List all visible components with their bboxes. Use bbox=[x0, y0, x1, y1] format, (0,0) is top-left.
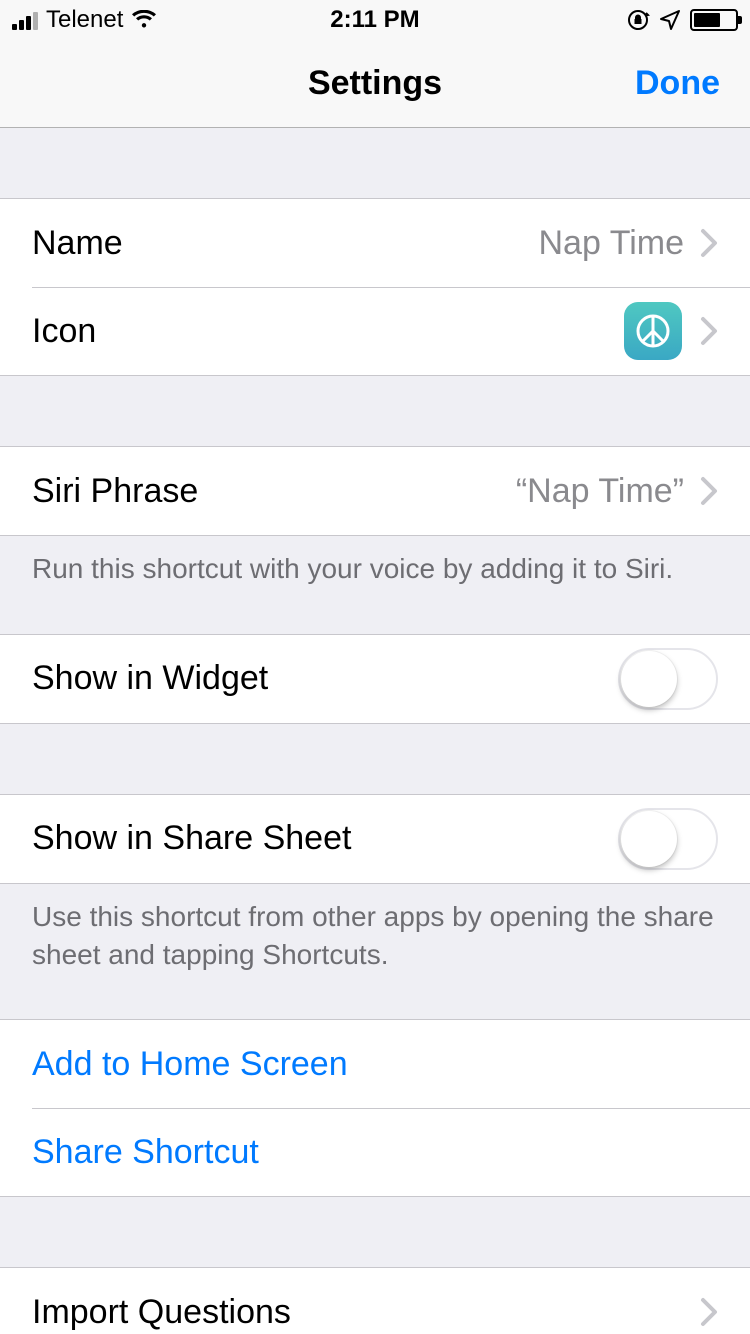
name-value: Nap Time bbox=[539, 224, 685, 263]
status-right bbox=[626, 8, 738, 32]
name-label: Name bbox=[32, 224, 123, 263]
nav-bar: Settings Done bbox=[0, 40, 750, 128]
chevron-icon bbox=[700, 316, 718, 346]
add-home-label: Add to Home Screen bbox=[32, 1045, 348, 1084]
share-shortcut-label: Share Shortcut bbox=[32, 1133, 259, 1172]
chevron-icon bbox=[700, 228, 718, 258]
spacer bbox=[0, 128, 750, 198]
group-share-sheet: Show in Share Sheet bbox=[0, 794, 750, 884]
cell-siri-phrase[interactable]: Siri Phrase “Nap Time” bbox=[0, 447, 750, 535]
cell-show-in-widget: Show in Widget bbox=[0, 635, 750, 723]
chevron-icon bbox=[700, 476, 718, 506]
widget-label: Show in Widget bbox=[32, 659, 268, 698]
widget-switch[interactable] bbox=[618, 648, 718, 710]
carrier-label: Telenet bbox=[46, 6, 123, 34]
cell-show-in-share-sheet: Show in Share Sheet bbox=[0, 795, 750, 883]
share-sheet-footer: Use this shortcut from other apps by ope… bbox=[0, 884, 750, 974]
siri-footer: Run this shortcut with your voice by add… bbox=[0, 536, 750, 588]
cell-icon[interactable]: Icon bbox=[0, 287, 750, 375]
siri-label: Siri Phrase bbox=[32, 472, 198, 511]
import-label: Import Questions bbox=[32, 1293, 291, 1332]
group-actions: Add to Home Screen Share Shortcut bbox=[0, 1019, 750, 1197]
page-title: Settings bbox=[308, 64, 442, 103]
share-sheet-label: Show in Share Sheet bbox=[32, 819, 351, 858]
spacer bbox=[0, 973, 750, 1019]
shortcut-icon-thumb bbox=[624, 302, 682, 360]
share-sheet-switch[interactable] bbox=[618, 808, 718, 870]
location-icon bbox=[658, 8, 682, 32]
chevron-icon bbox=[700, 1297, 718, 1327]
group-import: Import Questions bbox=[0, 1267, 750, 1334]
spacer bbox=[0, 588, 750, 634]
cell-import-questions[interactable]: Import Questions bbox=[0, 1268, 750, 1334]
rotation-lock-icon bbox=[626, 8, 650, 32]
wifi-icon bbox=[131, 10, 157, 30]
spacer bbox=[0, 724, 750, 794]
cell-name[interactable]: Name Nap Time bbox=[0, 199, 750, 287]
peace-icon bbox=[633, 311, 673, 351]
battery-icon bbox=[690, 9, 738, 31]
icon-label: Icon bbox=[32, 312, 96, 351]
group-widget: Show in Widget bbox=[0, 634, 750, 724]
spacer bbox=[0, 376, 750, 446]
done-button[interactable]: Done bbox=[635, 64, 720, 103]
status-bar: Telenet 2:11 PM bbox=[0, 0, 750, 40]
cell-add-to-home-screen[interactable]: Add to Home Screen bbox=[0, 1020, 750, 1108]
siri-value: “Nap Time” bbox=[516, 472, 684, 511]
group-siri: Siri Phrase “Nap Time” bbox=[0, 446, 750, 536]
status-left: Telenet bbox=[12, 6, 157, 34]
spacer bbox=[0, 1197, 750, 1267]
signal-icon bbox=[12, 10, 38, 30]
cell-share-shortcut[interactable]: Share Shortcut bbox=[0, 1108, 750, 1196]
group-general: Name Nap Time Icon bbox=[0, 198, 750, 376]
